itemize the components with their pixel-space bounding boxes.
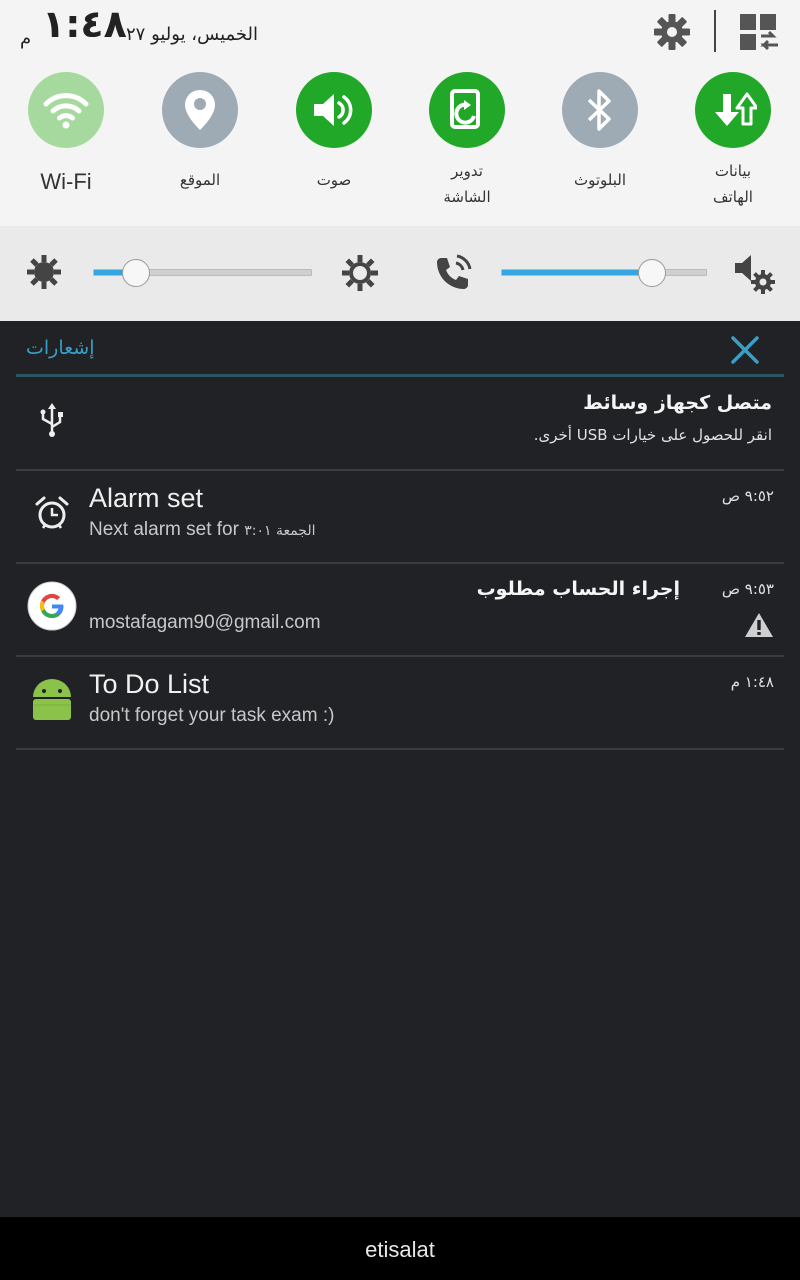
tile-sound[interactable]: صوت: [279, 72, 389, 194]
sound-icon[interactable]: [296, 72, 372, 148]
volume-thumb[interactable]: [638, 259, 667, 287]
tile-bluetooth-label: البلوتوث: [573, 171, 627, 189]
brightness-low-icon: [27, 255, 61, 289]
tile-wifi-label: Wi-Fi: [40, 169, 92, 194]
tile-wifi[interactable]: Wi-Fi: [11, 72, 121, 196]
android-icon: [24, 671, 80, 727]
notification-alarm-title: Alarm set: [89, 483, 204, 513]
notification-usb-subtitle: انقر للحصول على خيارات USB أخرى.: [533, 426, 772, 444]
tile-rotate-label-line2: الشاشة: [443, 188, 491, 206]
notification-todo-title: To Do List: [89, 669, 210, 699]
clock: ١:٤٨: [42, 2, 127, 46]
quick-settings-panel: م ١:٤٨ الخميس، يوليو ٢٧ Wi-Fi الموقع صوت…: [0, 0, 800, 226]
mobile-data-icon[interactable]: [695, 72, 771, 148]
gear-icon[interactable]: [652, 12, 692, 52]
time-ampm: م: [20, 28, 32, 49]
tile-mobile-data-label: بيانات الهاتف: [678, 158, 788, 210]
status-row: م ١:٤٨ الخميس، يوليو ٢٧: [0, 0, 800, 66]
location-icon[interactable]: [162, 72, 238, 148]
brightness-thumb[interactable]: [121, 259, 150, 287]
notification-account-email: mostafagam90@gmail.com: [89, 612, 321, 633]
notification-alarm-next-time: الجمعة ٣:٠١: [244, 523, 316, 539]
volume-slider[interactable]: [501, 259, 707, 287]
tile-mobile-data[interactable]: بيانات الهاتف: [678, 72, 788, 210]
tile-bluetooth[interactable]: البلوتوث: [545, 72, 655, 194]
warning-icon: [745, 613, 773, 637]
notification-alarm-subtitle-text: Next alarm set for: [89, 519, 239, 540]
slider-panel: [0, 226, 800, 321]
notification-account[interactable]: إجراء الحساب مطلوب mostafagam90@gmail.co…: [16, 564, 784, 657]
notification-account-title: إجراء الحساب مطلوب: [476, 578, 680, 600]
tile-location[interactable]: الموقع: [145, 72, 255, 194]
date[interactable]: الخميس، يوليو ٢٧: [126, 24, 258, 45]
phone-volume-icon: [437, 254, 472, 289]
close-icon[interactable]: [728, 333, 762, 367]
carrier-bar: etisalat: [0, 1217, 800, 1280]
notification-todo-time: ١:٤٨ م: [730, 673, 774, 691]
notification-alarm-time: ٩:٥٢ ص: [721, 487, 774, 505]
header-divider: [714, 10, 716, 52]
alarm-icon: [24, 485, 80, 541]
tile-rotate-label: تدوير الشاشة: [412, 158, 522, 210]
notifications-header: إشعارات: [16, 321, 784, 377]
wifi-icon[interactable]: [28, 72, 104, 148]
notification-alarm-subtitle: Next alarm set for الجمعة ٣:٠١: [89, 519, 316, 541]
rotate-icon[interactable]: [429, 72, 505, 148]
edit-tiles-icon[interactable]: [738, 12, 780, 52]
tile-sound-label: صوت: [316, 171, 352, 189]
notification-todo-subtitle: don't forget your task exam :): [89, 705, 335, 726]
tile-mobile-data-label-line2: الهاتف: [713, 188, 753, 206]
usb-icon: [24, 392, 80, 448]
google-icon: [24, 578, 80, 634]
tile-mobile-data-label-line1: بيانات: [714, 162, 752, 180]
bluetooth-icon[interactable]: [562, 72, 638, 148]
sound-settings-icon[interactable]: [733, 254, 777, 296]
notification-account-time: ٩:٥٣ ص: [721, 580, 774, 598]
brightness-slider[interactable]: [93, 259, 312, 287]
notification-alarm[interactable]: Alarm set Next alarm set for الجمعة ٣:٠١…: [16, 471, 784, 564]
brightness-auto-icon[interactable]: [341, 254, 379, 292]
tile-location-label: الموقع: [179, 171, 221, 189]
notification-usb-title: متصل كجهاز وسائط: [583, 392, 772, 414]
tile-rotate[interactable]: تدوير الشاشة: [412, 72, 522, 210]
tile-rotate-label-line1: تدوير: [451, 162, 483, 180]
volume-fill: [502, 270, 653, 275]
notification-usb[interactable]: متصل كجهاز وسائط انقر للحصول على خيارات …: [16, 380, 784, 471]
carrier-label: etisalat: [365, 1237, 435, 1262]
notifications-title: إشعارات: [26, 337, 95, 359]
notification-todo[interactable]: To Do List don't forget your task exam :…: [16, 657, 784, 750]
